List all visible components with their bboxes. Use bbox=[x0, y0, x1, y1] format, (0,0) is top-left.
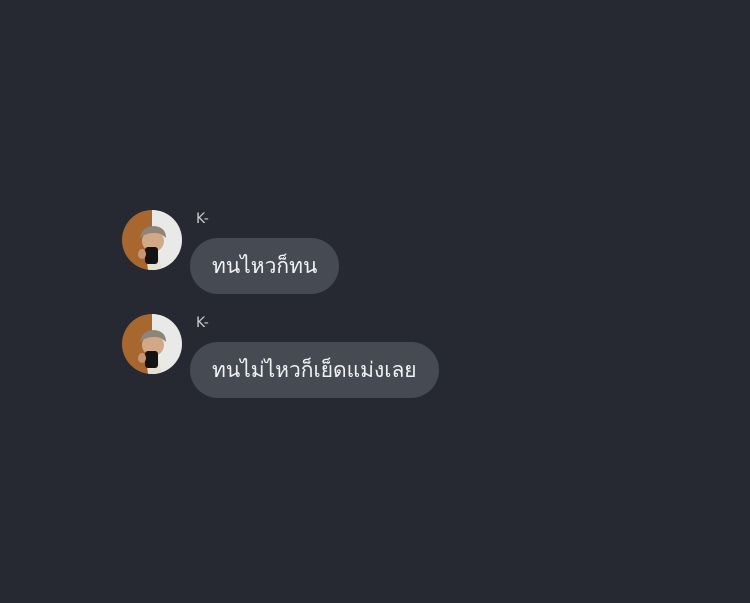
message-row: K- ทนไม่ไหวก็เย็ดแม่งเลย bbox=[0, 313, 750, 403]
avatar[interactable] bbox=[122, 314, 182, 374]
avatar-photo bbox=[122, 314, 182, 374]
sender-name: K- bbox=[196, 211, 209, 227]
chat-thread: K- ทนไหวก็ทน K- ทนไม่ไหวก็เย็ดแม่งเลย bbox=[0, 0, 750, 603]
sender-name: K- bbox=[196, 315, 209, 331]
avatar-photo bbox=[122, 210, 182, 270]
message-bubble[interactable]: ทนไม่ไหวก็เย็ดแม่งเลย bbox=[190, 342, 439, 398]
avatar[interactable] bbox=[122, 210, 182, 270]
message-row: K- ทนไหวก็ทน bbox=[0, 209, 750, 299]
message-bubble[interactable]: ทนไหวก็ทน bbox=[190, 238, 340, 294]
